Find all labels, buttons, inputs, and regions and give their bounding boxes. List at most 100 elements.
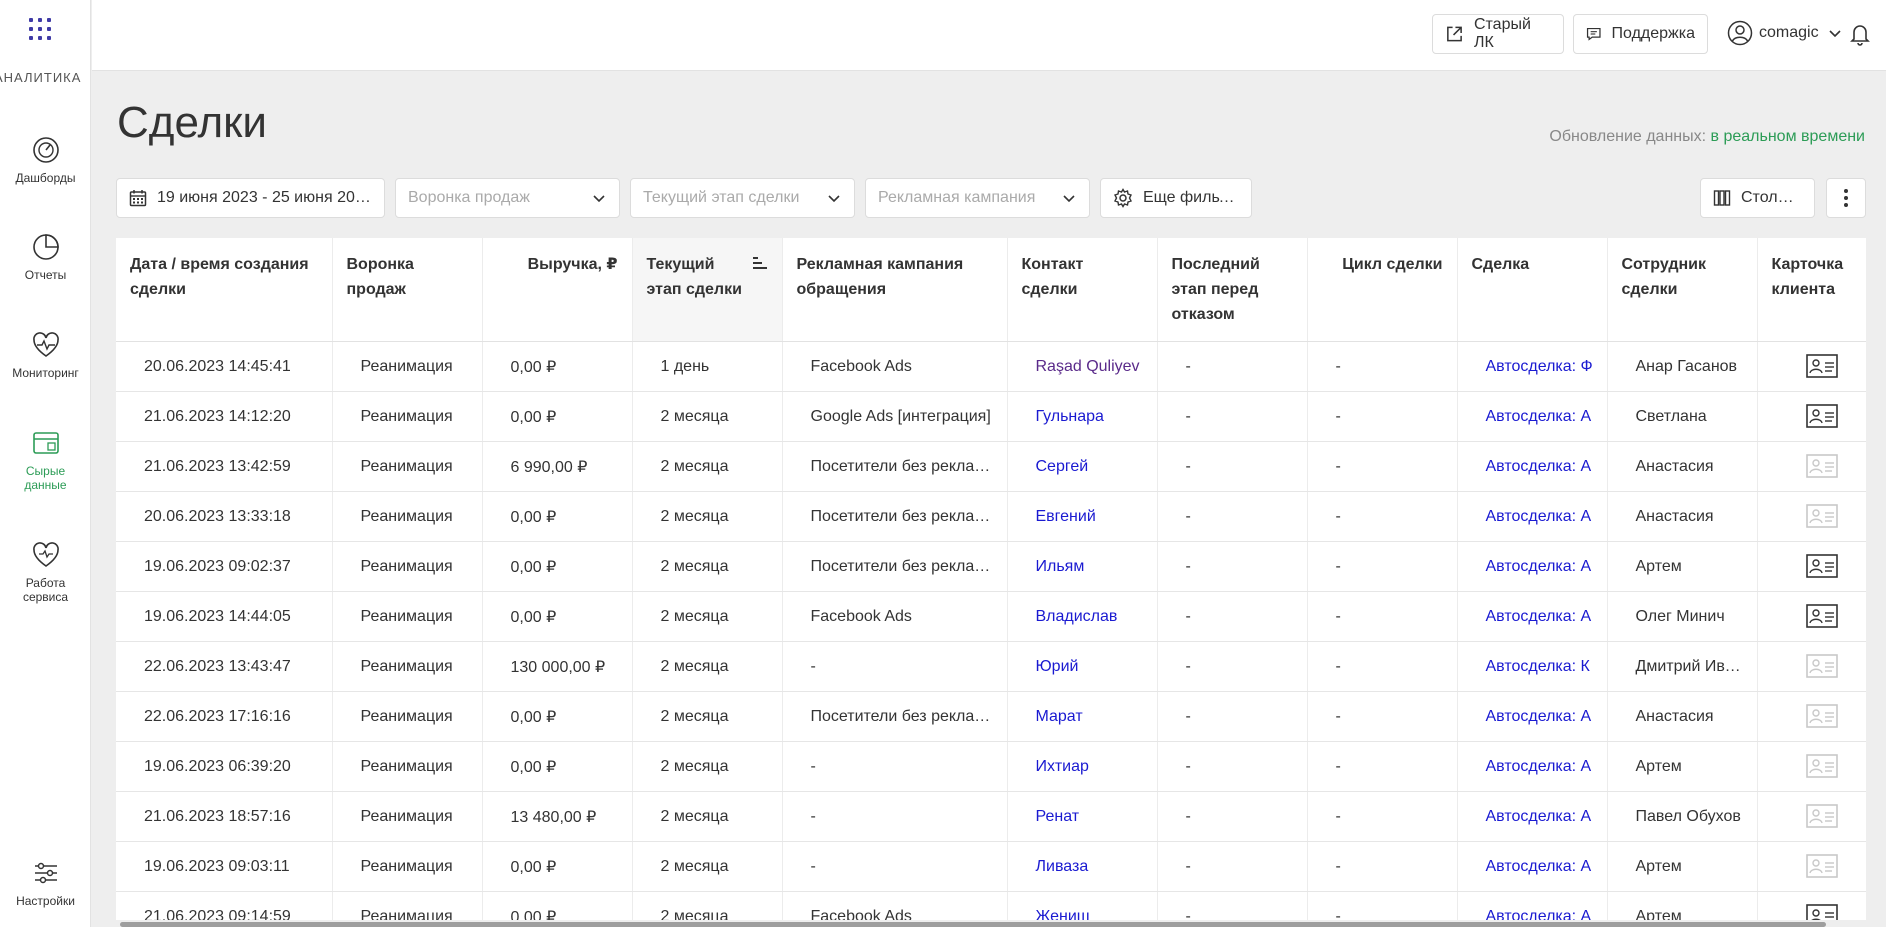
- sales-funnel-select[interactable]: Воронка продаж: [395, 178, 620, 218]
- table-row[interactable]: 19.06.2023 14:44:05 Реанимация 0,00 ₽2 мес…: [116, 591, 1866, 642]
- header-deal[interactable]: Сделка: [1457, 238, 1608, 342]
- header-created-at[interactable]: Дата / время создания сделки: [116, 238, 333, 342]
- deal-link[interactable]: Автосделка: А: [1457, 741, 1608, 792]
- deal-link[interactable]: Автосделка: А: [1457, 691, 1608, 742]
- table-row[interactable]: 22.06.2023 17:16:16 Реанимация 0,00 ₽2 мес…: [116, 691, 1866, 742]
- old-lk-button[interactable]: Старый ЛК: [1432, 14, 1564, 54]
- table-row[interactable]: 19.06.2023 06:39:20 Реанимация 0,00 ₽2 мес…: [116, 741, 1866, 792]
- deal-link[interactable]: Автосделка: А: [1457, 491, 1608, 542]
- contact-link[interactable]: Юрий: [1007, 641, 1158, 692]
- date-range-picker[interactable]: 19 июня 2023 - 25 июня 2023: [116, 178, 385, 218]
- sidebar-item-monitoring[interactable]: Мониторинг: [0, 330, 91, 380]
- client-card-icon[interactable]: [1805, 404, 1838, 428]
- client-card-icon[interactable]: [1805, 354, 1838, 378]
- deal-link[interactable]: Автосделка: А: [1457, 791, 1608, 842]
- apps-grid-icon[interactable]: [29, 18, 51, 40]
- header-last-stage-before-refusal[interactable]: Последний этап перед отказом: [1157, 238, 1308, 342]
- current-stage-cell: 2 месяца: [632, 491, 783, 542]
- header-revenue[interactable]: Выручка, ₽: [482, 238, 633, 342]
- deal-cycle-cell: -: [1307, 691, 1458, 742]
- table-row[interactable]: 19.06.2023 09:03:11 Реанимация 0,00 ₽2 мес…: [116, 841, 1866, 892]
- header-contact[interactable]: Контакт сделки: [1007, 238, 1158, 342]
- deal-link[interactable]: Автосделка: А: [1457, 541, 1608, 592]
- deal-cycle-cell: -: [1307, 791, 1458, 842]
- horizontal-scrollbar[interactable]: [120, 922, 1826, 927]
- table-row[interactable]: 22.06.2023 13:43:47 Реанимация 130 000,00 …: [116, 641, 1866, 692]
- client-card-icon[interactable]: [1805, 604, 1838, 628]
- table-row[interactable]: 19.06.2023 09:02:37 Реанимация 0,00 ₽2 мес…: [116, 541, 1866, 592]
- ad-campaign-placeholder: Рекламная кампания: [878, 189, 1036, 206]
- deal-link[interactable]: Автосделка: А: [1457, 841, 1608, 892]
- deal-cycle-cell: -: [1307, 391, 1458, 442]
- sort-descending-icon[interactable]: [752, 256, 768, 270]
- client-card-icon[interactable]: [1805, 554, 1838, 578]
- sidebar-item-settings[interactable]: Настройки: [0, 858, 91, 908]
- client-card-cell: [1757, 441, 1866, 492]
- gear-icon: [1114, 188, 1132, 208]
- sales-funnel-cell: Реанимация: [332, 691, 483, 742]
- table-row[interactable]: 20.06.2023 13:33:18 Реанимация 0,00 ₽2 мес…: [116, 491, 1866, 542]
- employee-cell: Артем: [1607, 541, 1758, 592]
- table-row[interactable]: 21.06.2023 13:42:59 Реанимация 6 990,00 ₽2…: [116, 441, 1866, 492]
- sales-funnel-cell: Реанимация: [332, 891, 483, 920]
- current-stage-cell: 2 месяца: [632, 741, 783, 792]
- created-at-cell: 21.06.2023 09:14:59: [116, 891, 333, 920]
- columns-button[interactable]: Столбцы: [1700, 178, 1815, 218]
- ad-campaign-cell: -: [782, 741, 1008, 792]
- header-sales-funnel[interactable]: Воронка продаж: [332, 238, 483, 342]
- contact-link[interactable]: Ильям: [1007, 541, 1158, 592]
- deal-cycle-cell: -: [1307, 591, 1458, 642]
- deal-link[interactable]: Автосделка: А: [1457, 391, 1608, 442]
- contact-link[interactable]: Гульнара: [1007, 391, 1158, 442]
- sidebar-item-dashboards[interactable]: Дашборды: [0, 135, 91, 185]
- ad-campaign-select[interactable]: Рекламная кампания: [865, 178, 1090, 218]
- deal-link[interactable]: Автосделка: Ф: [1457, 341, 1608, 392]
- contact-link[interactable]: Сергей: [1007, 441, 1158, 492]
- user-icon: [1727, 20, 1753, 46]
- more-filters-button[interactable]: Еще фильтры: [1100, 178, 1252, 218]
- contact-link[interactable]: Ливаза: [1007, 841, 1158, 892]
- deal-cycle-cell: -: [1307, 741, 1458, 792]
- deal-link[interactable]: Автосделка: А: [1457, 591, 1608, 642]
- sidebar-item-service-status[interactable]: Работа сервиса: [0, 540, 91, 604]
- user-menu[interactable]: comagic: [1727, 20, 1843, 46]
- sidebar-item-label: Настройки: [16, 894, 75, 908]
- contact-link[interactable]: Марат: [1007, 691, 1158, 742]
- user-name: comagic: [1759, 24, 1819, 41]
- header-deal-cycle[interactable]: Цикл сделки: [1307, 238, 1458, 342]
- table-row[interactable]: 21.06.2023 09:14:59 Реанимация 0,00 ₽2 мес…: [116, 891, 1866, 920]
- sidebar-item-reports[interactable]: Отчеты: [0, 232, 91, 282]
- table-row[interactable]: 21.06.2023 14:12:20 Реанимация 0,00 ₽2 мес…: [116, 391, 1866, 442]
- deal-link[interactable]: Автосделка: К: [1457, 641, 1608, 692]
- ad-campaign-cell: -: [782, 791, 1008, 842]
- update-value: в реальном времени: [1710, 128, 1865, 145]
- contact-link[interactable]: Ихтиар: [1007, 741, 1158, 792]
- header-current-stage[interactable]: Текущий этап сделки: [632, 238, 783, 342]
- deal-link[interactable]: Автосделка: А: [1457, 441, 1608, 492]
- table-row[interactable]: 20.06.2023 14:45:41 Реанимация 0,00 ₽1 ден…: [116, 341, 1866, 392]
- sales-funnel-cell: Реанимация: [332, 841, 483, 892]
- contact-link[interactable]: Евгений: [1007, 491, 1158, 542]
- employee-cell: Анар Гасанов: [1607, 341, 1758, 392]
- notifications-bell-icon[interactable]: [1850, 22, 1870, 51]
- deal-stage-select[interactable]: Текущий этап сделки: [630, 178, 855, 218]
- pie-chart-icon: [32, 234, 59, 260]
- contact-link[interactable]: Жениш: [1007, 891, 1158, 920]
- more-options-kebab-icon[interactable]: [1826, 178, 1866, 218]
- header-client-card[interactable]: Карточка клиента: [1757, 238, 1866, 342]
- ad-campaign-cell: -: [782, 841, 1008, 892]
- current-stage-cell: 2 месяца: [632, 591, 783, 642]
- client-card-icon: [1805, 454, 1838, 478]
- header-employee[interactable]: Сотрудник сделки: [1607, 238, 1758, 342]
- support-button[interactable]: Поддержка: [1573, 14, 1708, 54]
- client-card-icon[interactable]: [1805, 904, 1838, 920]
- deal-link[interactable]: Автосделка: А: [1457, 891, 1608, 920]
- sidebar-item-raw-data[interactable]: Сырые данные: [0, 428, 91, 492]
- contact-link[interactable]: Raşad Quliyev: [1007, 341, 1158, 392]
- ad-campaign-cell: Посетители без рекламы: [782, 441, 1008, 492]
- contact-link[interactable]: Владислав: [1007, 591, 1158, 642]
- client-card-icon: [1805, 654, 1838, 678]
- contact-link[interactable]: Ренат: [1007, 791, 1158, 842]
- header-ad-campaign[interactable]: Рекламная кампания обращения: [782, 238, 1008, 342]
- table-row[interactable]: 21.06.2023 18:57:16 Реанимация 13 480,00 ₽…: [116, 791, 1866, 842]
